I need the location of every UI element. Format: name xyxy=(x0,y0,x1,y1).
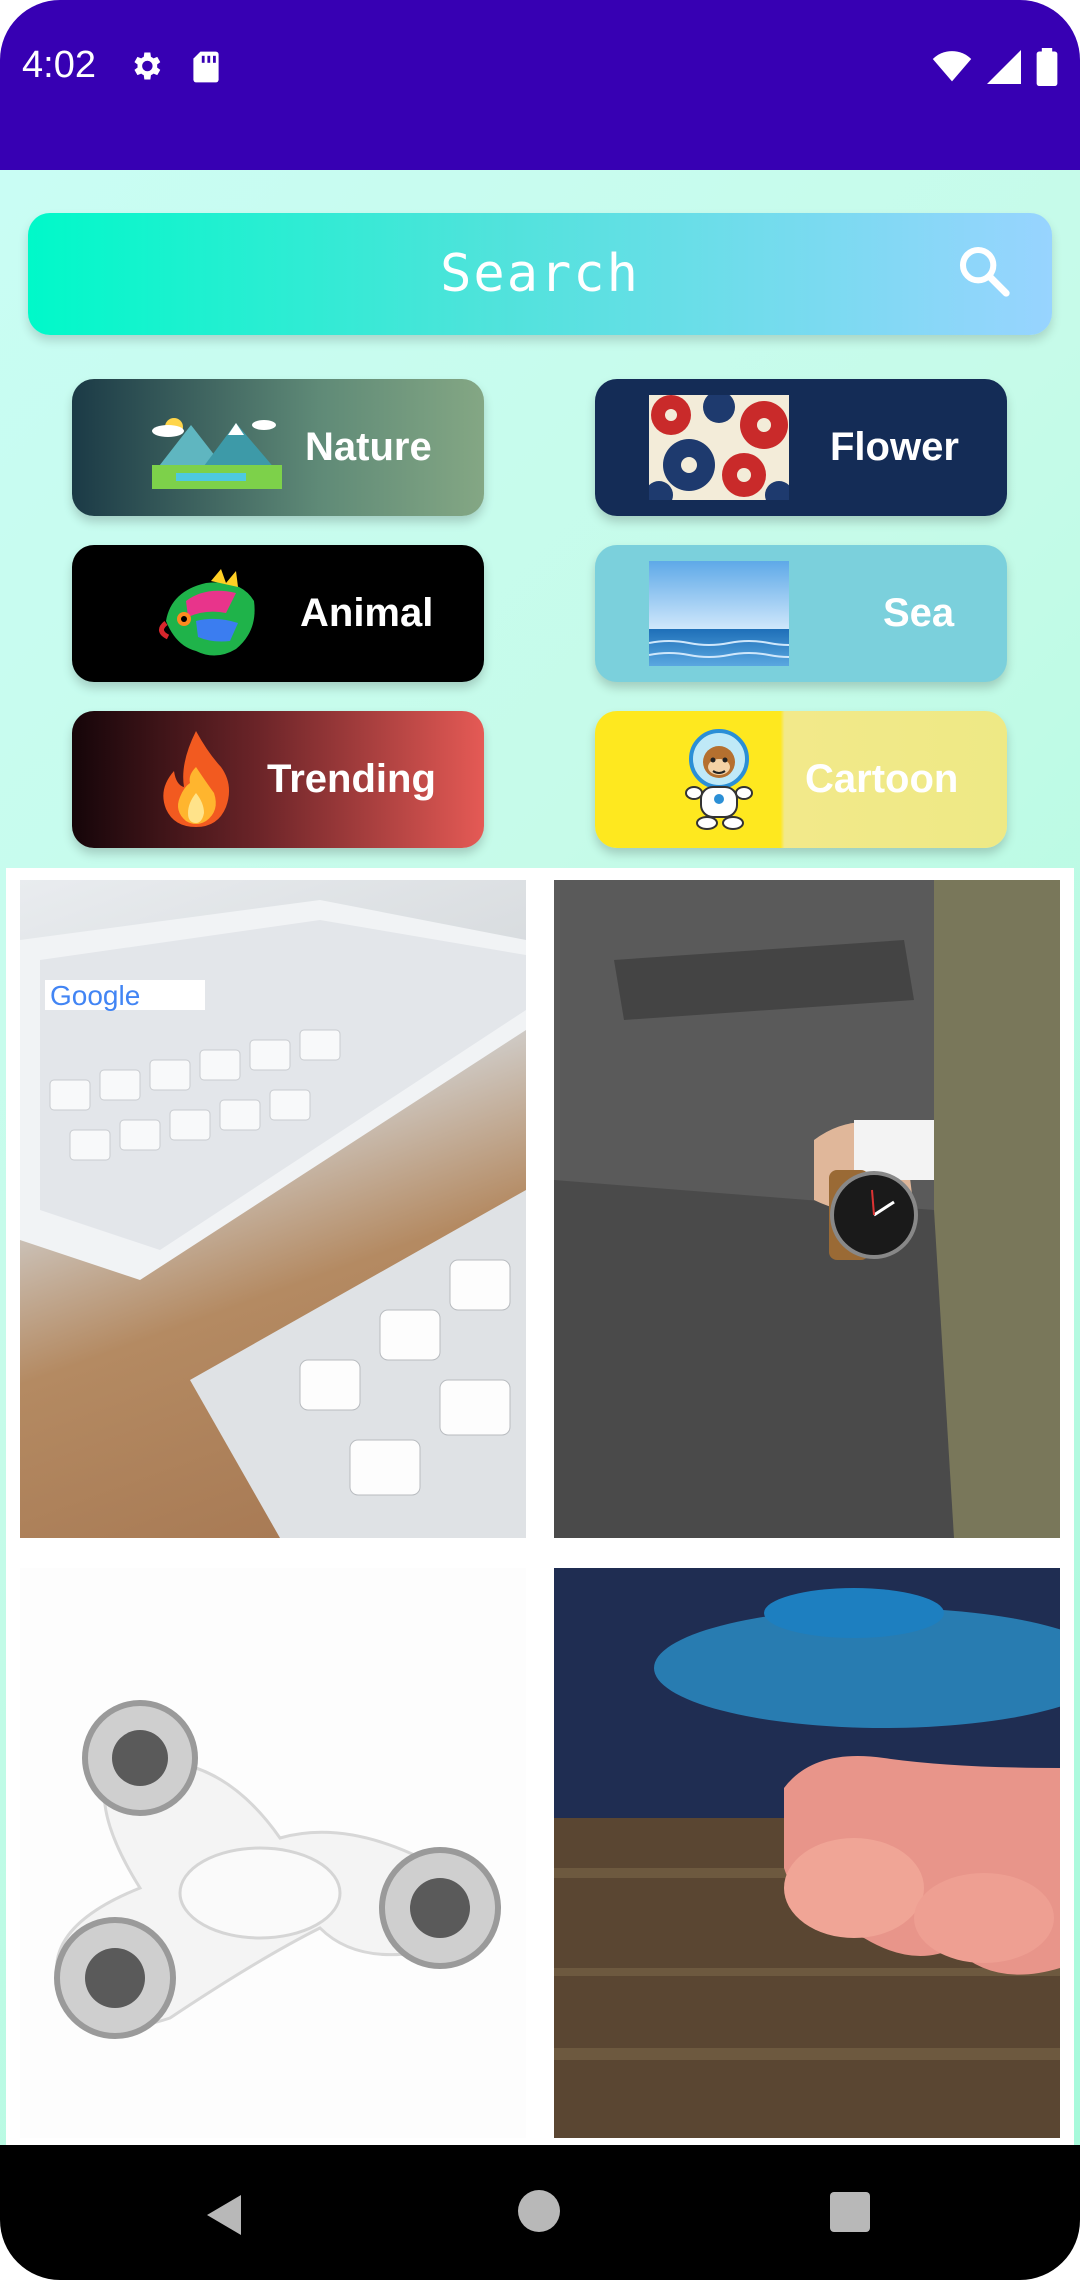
category-animal-button[interactable]: Animal xyxy=(72,545,484,682)
category-label: Nature xyxy=(305,425,432,469)
recent-apps-icon[interactable] xyxy=(830,2192,870,2232)
keyboard-tablet-image: Google xyxy=(20,900,526,1538)
battery-icon xyxy=(1036,48,1058,86)
category-label: Sea xyxy=(883,591,955,635)
wifi-icon xyxy=(932,51,972,82)
category-nature-button[interactable]: Nature xyxy=(72,379,484,516)
keyboard-tablet-photo[interactable]: Google xyxy=(20,880,526,1538)
fidget-spinner-white-photo[interactable] xyxy=(20,1568,526,2138)
suit-watch-photo[interactable] xyxy=(554,880,1060,1538)
sea-horizon-icon xyxy=(649,561,789,666)
category-trending-button[interactable]: Trending xyxy=(72,711,484,848)
landscape-icon xyxy=(152,418,282,489)
suit-watch-image xyxy=(554,880,1060,1538)
main-content: Search Nature Flower Animal Sea Trending… xyxy=(0,170,1080,2145)
navigation-bar xyxy=(0,2145,1080,2280)
search-bar[interactable]: Search xyxy=(28,213,1052,335)
category-label: Flower xyxy=(830,425,959,469)
status-time: 4:02 xyxy=(22,44,96,86)
monkey-astronaut-icon xyxy=(685,729,753,830)
fire-icon xyxy=(163,731,230,827)
status-bar: 4:02 xyxy=(0,0,1080,170)
fidget-spinner-blue-image xyxy=(554,1568,1060,2138)
home-icon[interactable] xyxy=(518,2190,560,2232)
iguana-icon xyxy=(126,561,266,666)
fidget-spinner-blue-photo[interactable] xyxy=(554,1568,1060,2138)
fidget-spinner-white-image xyxy=(20,1568,526,2138)
category-cartoon-button[interactable]: Cartoon xyxy=(595,711,1007,848)
flower-pattern-icon xyxy=(649,395,789,500)
search-label: Search xyxy=(440,244,640,304)
svg-text:Google: Google xyxy=(50,980,140,1011)
category-label: Cartoon xyxy=(805,757,959,801)
signal-icon xyxy=(987,50,1021,84)
category-label: Trending xyxy=(267,757,436,801)
back-icon[interactable] xyxy=(205,2193,245,2237)
search-icon[interactable] xyxy=(956,243,1012,299)
category-flower-button[interactable]: Flower xyxy=(595,379,1007,516)
image-grid: Google xyxy=(6,868,1074,2145)
category-label: Animal xyxy=(300,591,434,635)
sd-card-icon xyxy=(193,51,219,83)
gear-icon xyxy=(134,52,161,80)
category-sea-button[interactable]: Sea xyxy=(595,545,1007,682)
